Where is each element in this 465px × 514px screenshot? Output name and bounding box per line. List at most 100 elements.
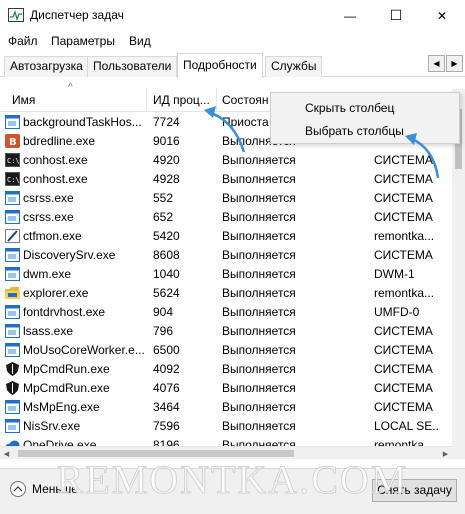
process-user: DWM-1 bbox=[374, 267, 415, 281]
process-name: csrss.exe bbox=[23, 210, 74, 224]
process-status: Выполняется bbox=[222, 229, 296, 243]
process-status: Выполняется bbox=[222, 343, 296, 357]
table-row[interactable]: NisSrv.exe 7596 Выполняется LOCAL SE... bbox=[0, 417, 452, 436]
window-icon bbox=[5, 343, 20, 357]
window-icon bbox=[5, 305, 20, 319]
process-user: СИСТЕМА bbox=[374, 324, 433, 338]
scroll-left-icon[interactable]: ◀ bbox=[0, 447, 13, 460]
column-name[interactable]: Имя bbox=[12, 93, 35, 107]
process-name: backgroundTaskHos... bbox=[23, 115, 142, 129]
shield-icon bbox=[6, 381, 19, 395]
process-user: remontka... bbox=[374, 286, 435, 300]
process-pid: 4920 bbox=[153, 153, 180, 167]
table-row[interactable]: ctfmon.exe 5420 Выполняется remontka... bbox=[0, 227, 452, 246]
task-manager-icon bbox=[8, 8, 24, 22]
close-button[interactable]: ✕ bbox=[419, 0, 465, 31]
table-row[interactable]: MoUsoCoreWorker.e... 6500 Выполняется СИСТЕ… bbox=[0, 341, 452, 360]
scroll-corner bbox=[452, 446, 465, 459]
process-name: MpCmdRun.exe bbox=[23, 362, 110, 376]
process-pid: 4928 bbox=[153, 172, 180, 186]
tab-bar: Автозагрузка Пользователи Подробности Сл… bbox=[0, 53, 465, 78]
chevron-left-icon: ◀ bbox=[433, 59, 440, 68]
chevron-up-icon bbox=[10, 481, 26, 497]
process-pid: 1040 bbox=[153, 267, 180, 281]
table-row[interactable]: fontdrvhost.exe 904 Выполняется UMFD-0 bbox=[0, 303, 452, 322]
table-row[interactable]: dwm.exe 1040 Выполняется DWM-1 bbox=[0, 265, 452, 284]
menu-view[interactable]: Вид bbox=[129, 34, 151, 48]
menu-item-hide-column[interactable]: Скрыть столбец bbox=[305, 101, 394, 115]
horizontal-scrollbar[interactable]: ◀ ▶ bbox=[0, 446, 452, 459]
table-row[interactable]: DiscoverySrv.exe 8608 Выполняется СИСТЕМА bbox=[0, 246, 452, 265]
menu-bar: Файл Параметры Вид bbox=[0, 31, 465, 53]
process-pid: 904 bbox=[153, 305, 174, 319]
menu-item-select-columns[interactable]: Выбрать столбцы bbox=[305, 124, 404, 138]
window-icon bbox=[5, 191, 20, 205]
process-name: bdredline.exe bbox=[23, 134, 96, 148]
svg-text:C:\: C:\ bbox=[7, 176, 20, 184]
close-icon: ✕ bbox=[436, 8, 448, 23]
process-user: LOCAL SE... bbox=[374, 419, 440, 433]
process-status: Выполняется bbox=[222, 191, 296, 205]
table-row[interactable]: csrss.exe 652 Выполняется СИСТЕМА bbox=[0, 208, 452, 227]
process-pid: 4076 bbox=[153, 381, 180, 395]
process-pid: 5624 bbox=[153, 286, 180, 300]
process-user: remontka... bbox=[374, 229, 435, 243]
process-pid: 652 bbox=[153, 210, 174, 224]
process-status: Выполняется bbox=[222, 438, 296, 446]
column-divider[interactable] bbox=[146, 88, 147, 112]
scroll-right-icon[interactable]: ▶ bbox=[439, 447, 452, 460]
tab-users[interactable]: Пользователи bbox=[87, 56, 178, 77]
process-pid: 4092 bbox=[153, 362, 180, 376]
tab-startup[interactable]: Автозагрузка bbox=[4, 56, 89, 77]
process-status: Выполняется bbox=[222, 153, 296, 167]
tab-scroll-left-button[interactable]: ◀ bbox=[428, 55, 445, 72]
table-row[interactable]: MpCmdRun.exe 4076 Выполняется СИСТЕМА bbox=[0, 379, 452, 398]
table-row[interactable]: OneDrive.exe 8196 Выполняется remontka... bbox=[0, 436, 452, 446]
process-name: csrss.exe bbox=[23, 191, 74, 205]
process-status: Выполняется bbox=[222, 286, 296, 300]
process-pid: 8196 bbox=[153, 438, 180, 446]
end-task-button[interactable]: Снять задачу bbox=[372, 479, 457, 502]
process-name: OneDrive.exe bbox=[23, 438, 97, 446]
minimize-button[interactable]: — bbox=[327, 0, 373, 31]
column-divider[interactable] bbox=[216, 88, 217, 112]
table-row[interactable]: explorer.exe 5624 Выполняется remontka... bbox=[0, 284, 452, 303]
tab-services[interactable]: Службы bbox=[265, 56, 323, 77]
process-user: remontka... bbox=[374, 438, 435, 446]
table-row[interactable]: csrss.exe 552 Выполняется СИСТЕМА bbox=[0, 189, 452, 208]
process-name: conhost.exe bbox=[23, 172, 88, 186]
menu-file[interactable]: Файл bbox=[8, 34, 38, 48]
status-bar: Меньше Снять задачу bbox=[0, 468, 465, 514]
process-user: СИСТЕМА bbox=[374, 381, 433, 395]
window-icon bbox=[5, 248, 20, 262]
process-pid: 8608 bbox=[153, 248, 180, 262]
process-user: СИСТЕМА bbox=[374, 400, 433, 414]
process-pid: 9016 bbox=[153, 134, 180, 148]
process-list: backgroundTaskHos... 7724 Приоста Bbdredlin… bbox=[0, 113, 452, 446]
table-row[interactable]: MpCmdRun.exe 4092 Выполняется СИСТЕМА bbox=[0, 360, 452, 379]
process-status: Выполняется bbox=[222, 419, 296, 433]
chevron-right-icon: ▶ bbox=[451, 59, 458, 68]
window-icon bbox=[5, 267, 20, 281]
column-pid[interactable]: ИД проц... bbox=[153, 93, 210, 107]
svg-text:C:\: C:\ bbox=[7, 157, 20, 165]
fewer-details-button[interactable]: Меньше bbox=[10, 481, 78, 497]
shield-icon bbox=[6, 362, 19, 376]
process-user: СИСТЕМА bbox=[374, 153, 433, 167]
horizontal-scroll-thumb[interactable] bbox=[18, 450, 294, 457]
tab-details[interactable]: Подробности bbox=[177, 53, 263, 78]
table-row[interactable]: lsass.exe 796 Выполняется СИСТЕМА bbox=[0, 322, 452, 341]
window-icon bbox=[5, 400, 20, 414]
window-icon bbox=[5, 324, 20, 338]
tab-scroll-right-button[interactable]: ▶ bbox=[446, 55, 463, 72]
title-bar: Диспетчер задач — ☐ ✕ bbox=[0, 0, 465, 31]
menu-options[interactable]: Параметры bbox=[51, 34, 115, 48]
table-row[interactable]: C:\ conhost.exe 4928 Выполняется СИСТЕМА bbox=[0, 170, 452, 189]
process-status: Выполняется bbox=[222, 248, 296, 262]
column-status[interactable]: Состоян bbox=[222, 93, 269, 107]
console-icon: C:\ bbox=[5, 172, 20, 186]
table-row[interactable]: MsMpEng.exe 3464 Выполняется СИСТЕМА bbox=[0, 398, 452, 417]
process-name: conhost.exe bbox=[23, 153, 88, 167]
table-row[interactable]: C:\ conhost.exe 4920 Выполняется СИСТЕМА bbox=[0, 151, 452, 170]
maximize-button[interactable]: ☐ bbox=[373, 0, 419, 31]
